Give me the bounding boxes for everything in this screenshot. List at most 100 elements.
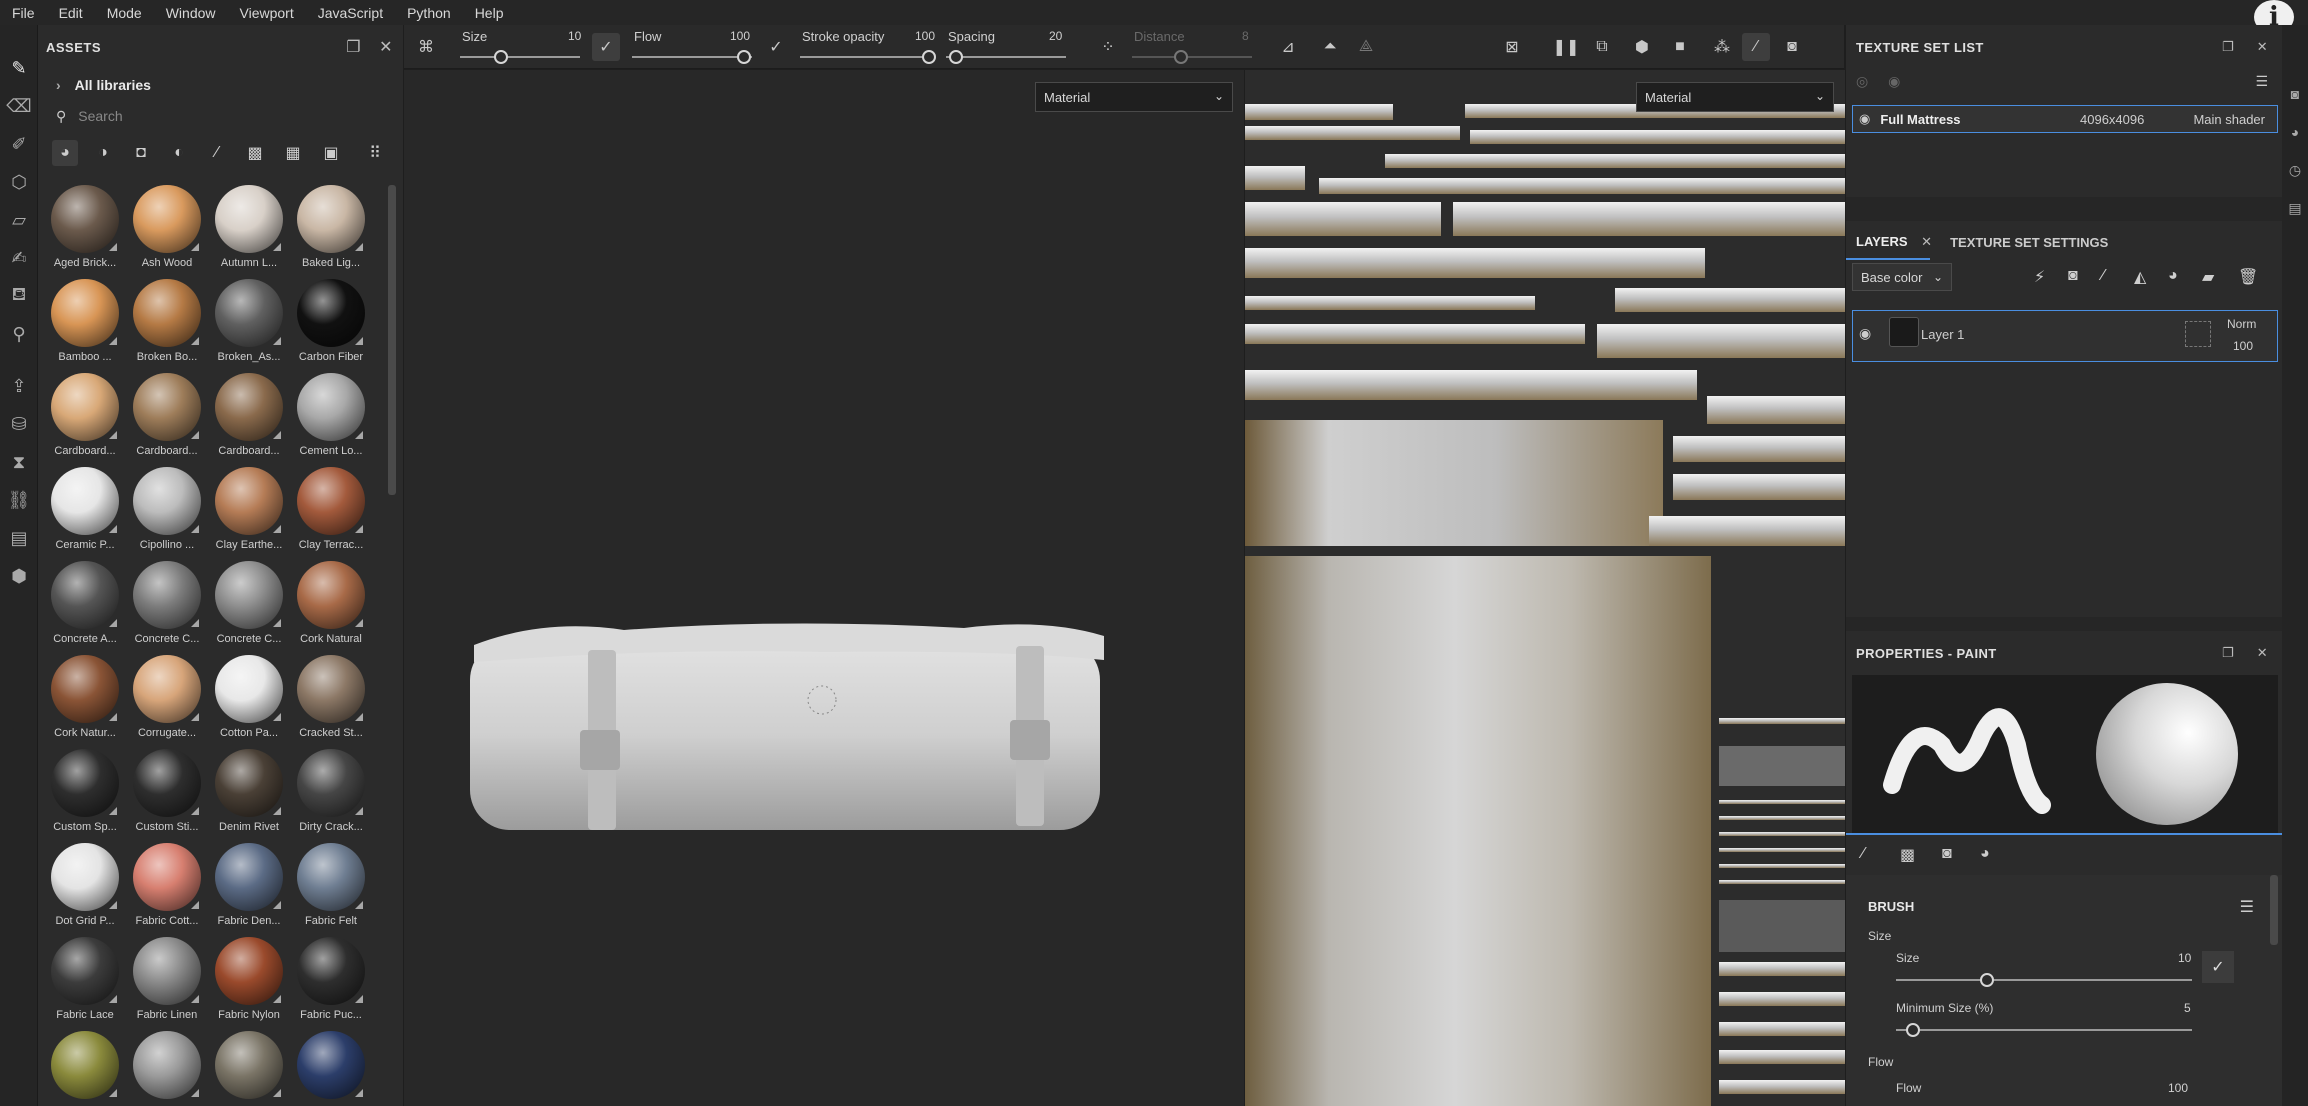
material-tile[interactable] [126, 1031, 208, 1106]
history-icon[interactable]: ◷ [2282, 151, 2308, 189]
material-tile[interactable]: Fabric Cott... [126, 843, 208, 931]
menu-mode[interactable]: Mode [95, 5, 154, 21]
camera-icon[interactable]: ■ [1666, 33, 1694, 61]
flow-slider-track[interactable] [632, 56, 752, 58]
material-tile[interactable]: Bamboo ... [44, 279, 126, 367]
close-icon[interactable]: ✕ [1921, 234, 1932, 249]
projection-tool-icon[interactable]: ✐ [0, 125, 38, 163]
size-slider-handle[interactable] [1980, 973, 1994, 987]
paint-mode-icon[interactable]: ∕ [1742, 33, 1770, 61]
undock-icon[interactable]: ❐ [2222, 645, 2234, 661]
particles-icon[interactable]: ⁂ [1708, 33, 1736, 61]
pause-icon[interactable]: ❚❚ [1552, 33, 1580, 61]
paint-brush-tool-icon[interactable]: ✎ [0, 49, 38, 87]
add-folder-icon[interactable]: ▰ [2202, 267, 2214, 287]
material-tile[interactable]: Cardboard... [126, 373, 208, 461]
material-tile[interactable]: Ceramic P... [44, 467, 126, 555]
textures-filter-icon[interactable]: ▩ [242, 140, 268, 166]
spacing-slider-track[interactable] [946, 56, 1066, 58]
size-slider-handle[interactable] [494, 50, 508, 64]
shader-settings-icon[interactable]: ◕ [2282, 113, 2308, 151]
bake-icon[interactable]: ⛁ [0, 405, 38, 443]
material-tile[interactable]: Cotton Pa... [208, 655, 290, 743]
stroke-opacity-slider-handle[interactable] [922, 50, 936, 64]
layer-blend-mode[interactable]: Norm [2227, 317, 2256, 331]
undock-icon[interactable]: ❐ [346, 37, 361, 57]
geometry-fill-tool-icon[interactable]: ⬡ [0, 163, 38, 201]
size-slider-track[interactable] [460, 56, 580, 58]
visibility-eye-icon[interactable]: ◉ [1859, 111, 1870, 127]
distance-slider-handle[interactable] [1174, 50, 1188, 64]
procedurals-filter-icon[interactable]: ▦ [280, 140, 306, 166]
color-picker-tool-icon[interactable]: ⚲ [0, 315, 38, 353]
viewport-3d[interactable]: Material ⌄ [404, 70, 1244, 1106]
eraser-tool-icon[interactable]: ⌫ [0, 87, 38, 125]
material-tile[interactable]: Ash Wood [126, 185, 208, 273]
lazy-distance-icon[interactable]: ⁘ [1094, 33, 1122, 61]
material-tile[interactable]: Cipollino ... [126, 467, 208, 555]
stroke-opacity-slider-track[interactable] [800, 56, 932, 58]
display-settings-icon[interactable]: ◙ [2282, 75, 2308, 113]
close-icon[interactable]: ✕ [2257, 39, 2268, 55]
min-size-slider-handle[interactable] [1906, 1023, 1920, 1037]
material-tile[interactable]: Baked Lig... [290, 185, 372, 273]
size-slider-track[interactable] [1896, 979, 2192, 981]
all-libraries[interactable]: › All libraries [38, 69, 403, 101]
min-size-slider-track[interactable] [1896, 1029, 2192, 1031]
log-icon[interactable]: ▤ [2282, 189, 2308, 227]
material-tile[interactable]: Corrugate... [126, 655, 208, 743]
add-effect-icon[interactable]: ⚡ [2034, 267, 2045, 287]
material-tile[interactable]: Cardboard... [44, 373, 126, 461]
brush-menu-icon[interactable]: ☰ [2240, 897, 2254, 917]
menu-window[interactable]: Window [154, 5, 228, 21]
material-tile[interactable]: Concrete A... [44, 561, 126, 649]
material-tile[interactable]: Custom Sti... [126, 749, 208, 837]
polygon-fill-tool-icon[interactable]: ▱ [0, 201, 38, 239]
smudge-tool-icon[interactable]: ✍ [0, 239, 38, 277]
material-tile[interactable]: Denim Rivet [208, 749, 290, 837]
stencil-tab-icon[interactable]: ◙ [1942, 845, 1952, 863]
material-tile[interactable]: Autumn L... [208, 185, 290, 273]
material-tile[interactable]: Dirty Crack... [290, 749, 372, 837]
visibility-eye-icon[interactable]: ◉ [1859, 325, 1871, 342]
asset-search[interactable]: ⚲ Search [38, 101, 403, 131]
material-tile[interactable]: Fabric Den... [208, 843, 290, 931]
texture-set-row[interactable]: ◉ Full Mattress 4096x4096 Main shader [1852, 105, 2278, 133]
cube-icon[interactable]: ⬢ [0, 557, 38, 595]
close-icon[interactable]: ✕ [2257, 645, 2268, 661]
material-tile[interactable]: Custom Sp... [44, 749, 126, 837]
hide-ui-icon[interactable]: ⊠ [1498, 33, 1526, 61]
material-tile[interactable]: Concrete C... [126, 561, 208, 649]
material-tile[interactable]: Clay Earthe... [208, 467, 290, 555]
menu-python[interactable]: Python [395, 5, 463, 21]
link-icon[interactable]: ⛓ [0, 481, 38, 519]
material-tile[interactable]: Dot Grid P... [44, 843, 126, 931]
close-icon[interactable]: ✕ [379, 37, 393, 57]
list-menu-icon[interactable]: ☰ [2255, 73, 2268, 90]
flow-pressure-icon[interactable]: ✓ [762, 33, 790, 61]
material-tile[interactable]: Broken Bo... [126, 279, 208, 367]
material-tile[interactable] [44, 1031, 126, 1106]
assets-scrollbar[interactable] [388, 185, 396, 495]
masks-filter-icon[interactable]: ◘ [128, 140, 154, 166]
material-tile[interactable]: Fabric Lace [44, 937, 126, 1025]
add-smart-material-icon[interactable]: ◕ [2168, 267, 2178, 285]
smart-materials-filter-icon[interactable]: ◑ [90, 140, 116, 166]
materials-filter-icon[interactable]: ◕ [52, 140, 78, 166]
material-tile[interactable]: Fabric Nylon [208, 937, 290, 1025]
distance-slider-track[interactable] [1132, 56, 1252, 58]
menu-help[interactable]: Help [463, 5, 516, 21]
screenshot-icon[interactable]: ◙ [1778, 33, 1806, 61]
material-tile[interactable]: Concrete C... [208, 561, 290, 649]
delete-layer-icon[interactable]: 🗑 [2238, 267, 2258, 287]
alpha-tab-icon[interactable]: ▩ [1900, 845, 1915, 865]
images-filter-icon[interactable]: ▣ [318, 140, 344, 166]
material-tile[interactable]: Carbon Fiber [290, 279, 372, 367]
lazy-mouse-icon[interactable]: ⌘ [412, 33, 440, 61]
material-tab-icon[interactable]: ◕ [1980, 845, 1990, 863]
material-tile[interactable] [208, 1031, 290, 1106]
material-tile[interactable]: Cement Lo... [290, 373, 372, 461]
material-tile[interactable]: Cardboard... [208, 373, 290, 461]
material-tile[interactable]: Clay Terrac... [290, 467, 372, 555]
material-tile[interactable]: Cork Natur... [44, 655, 126, 743]
